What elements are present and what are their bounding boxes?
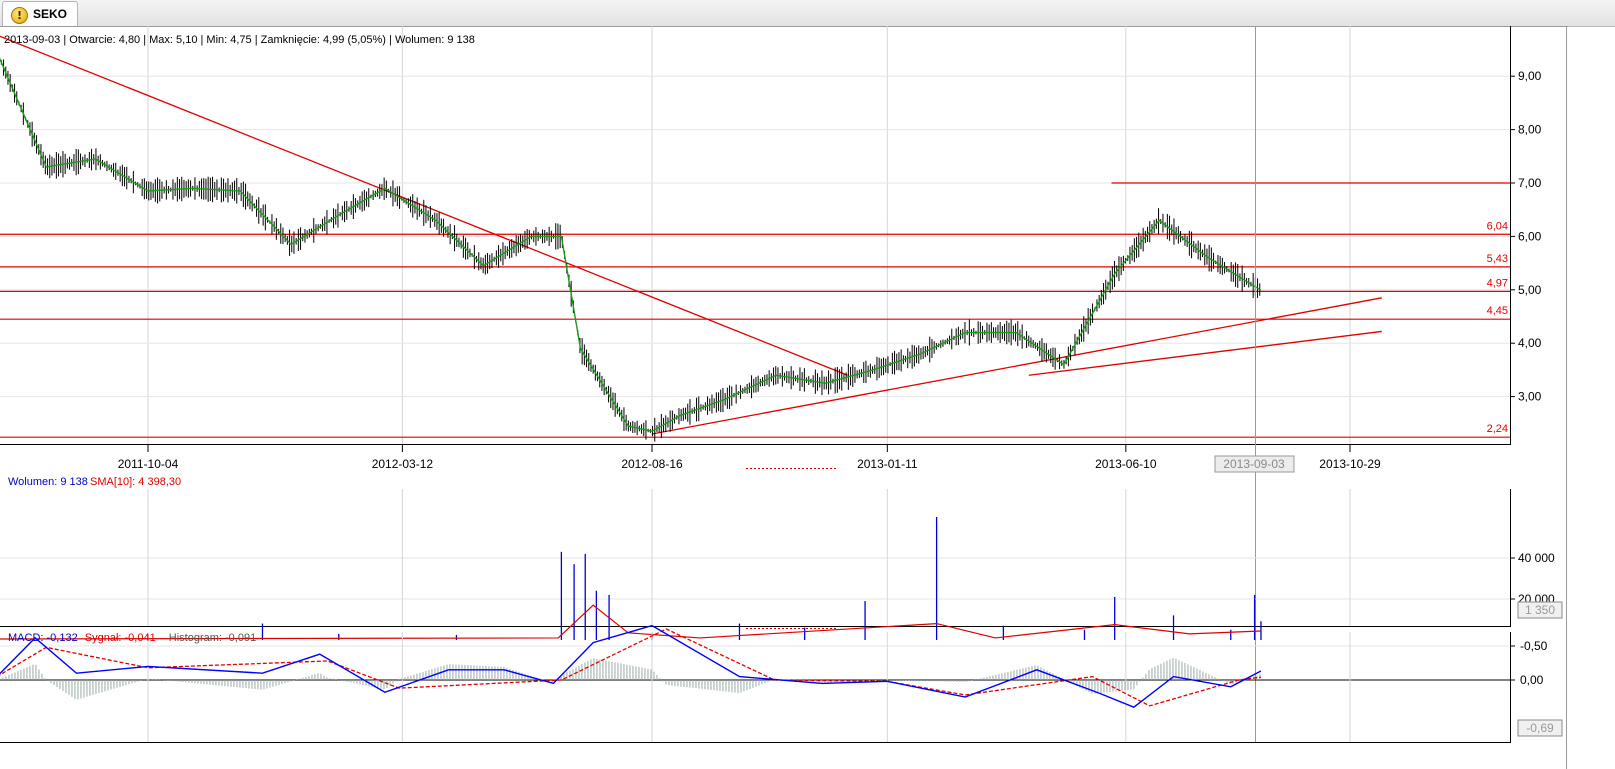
price-tick-label: 5,00 [1518,283,1542,297]
macd-tick-label: 0,00 [1520,673,1544,687]
level-label: 5,43 [1487,253,1508,265]
tab-label: SEKO [33,7,68,21]
level-label: 2,24 [1487,423,1508,435]
price-tick-label: 3,00 [1518,390,1542,404]
level-label: 4,97 [1487,277,1508,289]
macd-label: MACD: -0,132 [8,632,78,644]
price-tick-label: 7,00 [1518,176,1542,190]
date-tick-label: 2013-01-11 [857,457,918,471]
price-tick-label: 6,00 [1518,229,1542,243]
cursor-date: 2013-09-03 [1223,457,1285,471]
histogram-label: Histogram: -0,091 [169,632,256,644]
level-label: 6,04 [1487,220,1508,232]
trend-line-1 [651,297,1382,435]
svg-text:2013-09-03 | Otwarcie: 4,80 |: 2013-09-03 | Otwarcie: 4,80 | Max: 5,10 … [4,34,475,46]
price-sma-line [0,57,1262,433]
date-tick-label: 2013-10-29 [1319,457,1381,471]
svg-text:MACD: -0,132 Sygnał: -0,: MACD: -0,132 Sygnał: -0,041 Histogram: -… [8,632,256,644]
macd-tick-label: -0,50 [1520,639,1548,653]
volume-tick-label: 40 000 [1518,551,1555,565]
date-tick-label: 2011-10-04 [118,457,179,471]
stock-chart[interactable]: 6,04 5,43 4,97 4,45 2,24 3,00 4,00 5,00 6,00 7,0… [0,26,1615,769]
price-panel: 6,04 5,43 4,97 4,45 2,24 3,00 4,00 5,00 6,00 7,0… [0,26,1568,769]
volume-panel: 20 00040 000 Wolumen: 9 138 SMA[10]: 4 3… [0,476,1563,640]
volume-sma-label: SMA[10]: 4 398,30 [90,476,181,488]
price-tick-label: 8,00 [1518,123,1542,137]
volume-label: Wolumen: 9 138 [8,476,88,488]
info-ohlc: | Otwarcie: 4,80 | Max: 5,10 | Min: 4,75… [63,34,475,46]
date-tick-label: 2012-03-12 [372,457,434,471]
warning-icon: ! [11,7,28,24]
level-label: 4,45 [1487,305,1508,317]
tab-bar: ! SEKO [0,0,1615,27]
signal-label: Sygnał: -0,041 [85,632,156,644]
price-tick-label: 4,00 [1518,336,1542,350]
info-date: 2013-09-03 [4,34,60,46]
date-tick-label: 2013-06-10 [1095,457,1157,471]
macd-panel: 0,00 -0,50 MACD: -0,132 Sygnał: -0,041 Hi… [0,624,1563,743]
volume-current-label: 1 350 [1525,603,1555,617]
price-tick-label: 9,00 [1518,69,1542,83]
macd-current-label: -0,69 [1526,721,1554,735]
tab-seko[interactable]: ! SEKO [2,1,78,26]
date-tick-label: 2012-08-16 [621,457,683,471]
